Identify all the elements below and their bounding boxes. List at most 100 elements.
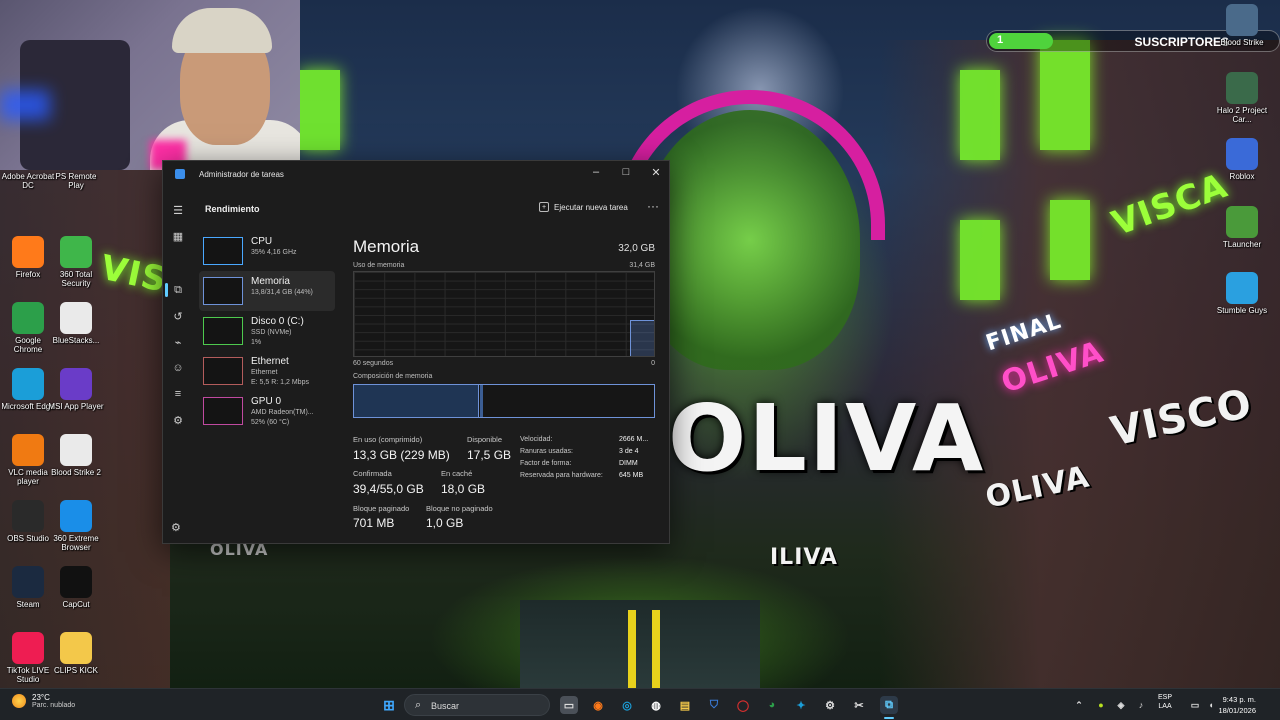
desktop-shortcut-label: BlueStacks...	[52, 336, 100, 345]
selected-indicator	[165, 283, 168, 297]
desktop-shortcut[interactable]: Halo 2 Project Car...	[1214, 72, 1270, 124]
committed-label: Confirmada	[353, 469, 392, 478]
paged-pool-label: Bloque paginado	[353, 504, 410, 513]
obs-taskbar-icon[interactable]: ◍	[647, 696, 665, 714]
desktop-shortcut-label: Blood Strike	[1220, 38, 1264, 47]
processes-icon[interactable]: ▦	[171, 229, 185, 243]
navigation-rail: ☰ ▦ ⧉ ↺ ⌁ ☺ ≡ ⚙	[163, 191, 193, 543]
performance-thumbnail	[203, 317, 243, 345]
taskbar-search[interactable]: ⌕ Buscar	[404, 694, 550, 716]
desktop-shortcut[interactable]: BlueStacks...	[48, 302, 104, 345]
wallpaper-road	[520, 600, 760, 688]
language-indicator[interactable]: ESP LAA	[1158, 693, 1172, 711]
performance-item-name: Disco 0 (C:)	[251, 316, 304, 327]
desktop-shortcut[interactable]: MSI App Player	[48, 368, 104, 411]
performance-item[interactable]: Disco 0 (C:) SSD (NVMe) 1%	[199, 311, 335, 351]
file-explorer-icon[interactable]: ▤	[676, 696, 694, 714]
performance-list: CPU 35% 4,16 GHz Memoria 13,8/31,4 GB (44%)…	[199, 231, 335, 431]
wallpaper-subtitle: ILIVA	[770, 545, 838, 570]
settings-gear-icon[interactable]: ⚙	[171, 521, 181, 534]
desktop-shortcut[interactable]: 360 Extreme Browser	[48, 500, 104, 552]
obs-icon	[12, 500, 44, 532]
desktop-shortcut-label: PS Remote Play	[55, 172, 97, 190]
performance-item-name: CPU	[251, 236, 273, 247]
desktop-shortcut-label: VLC media player	[8, 468, 48, 486]
road-line	[628, 610, 636, 688]
security-shield-icon[interactable]: ⛉	[705, 696, 723, 714]
capcut-taskbar-icon[interactable]: ✂	[850, 696, 868, 714]
language-bottom: LAA	[1158, 703, 1172, 710]
msi-app-player-icon	[60, 368, 92, 400]
task-manager-window: Administrador de tareas – □ ✕ ☰ ▦ ⧉ ↺ ⌁ …	[162, 160, 670, 544]
desktop-shortcut[interactable]: Blood Strike 2	[48, 434, 104, 477]
run-task-icon: +	[539, 202, 549, 212]
weather-sun-icon	[12, 694, 26, 708]
desktop-shortcut-label: Firefox	[15, 270, 41, 279]
tray-app-icon[interactable]: ●	[1092, 696, 1110, 714]
desktop-shortcut[interactable]: TLauncher	[1214, 206, 1270, 249]
hamburger-menu-icon[interactable]: ☰	[171, 203, 185, 217]
performance-item-detail: 35% 4,16 GHz	[251, 249, 297, 256]
desktop-shortcut-label: Steam	[16, 600, 40, 609]
graph-time-left: 60 segundos	[353, 360, 394, 367]
desktop-shortcut[interactable]: Blood Strike	[1214, 4, 1270, 47]
performance-item[interactable]: Ethernet Ethernet E: 5,5 R: 1,2 Mbps	[199, 351, 335, 391]
tray-network-icon[interactable]: ◈	[1112, 696, 1130, 714]
start-windows-icon[interactable]: ⊞	[380, 696, 398, 714]
opera-gx-icon[interactable]: ◯	[734, 696, 752, 714]
chrome-icon	[12, 302, 44, 334]
webcam-light	[0, 90, 50, 120]
active-app-indicator	[884, 717, 894, 719]
memory-usage-fill	[630, 320, 654, 356]
desktop-shortcut[interactable]: PS Remote Play	[48, 172, 104, 190]
minimize-button[interactable]: –	[581, 161, 611, 183]
performance-item-detail: AMD Radeon(TM)... 52% (60 °C)	[251, 409, 314, 426]
search-placeholder: Buscar	[431, 701, 460, 711]
services-icon[interactable]: ⚙	[171, 413, 185, 427]
maximize-button[interactable]: □	[611, 161, 641, 183]
desktop-shortcut[interactable]: Roblox	[1214, 138, 1270, 181]
task-view-icon[interactable]: ▭	[560, 696, 578, 714]
more-options-icon[interactable]: ···	[647, 199, 659, 213]
performance-item[interactable]: CPU 35% 4,16 GHz	[199, 231, 335, 271]
task-manager-taskbar-icon[interactable]: ⧉	[880, 696, 898, 714]
run-new-task-button[interactable]: + Ejecutar nueva tarea	[539, 202, 628, 212]
settings-taskbar-icon[interactable]: ⚙	[821, 696, 839, 714]
desktop-shortcut[interactable]: Stumble Guys	[1214, 272, 1270, 315]
startup-apps-icon[interactable]: ⌁	[171, 335, 185, 349]
in-use-value: 13,3 GB (229 MB)	[353, 448, 450, 462]
performance-item[interactable]: Memoria 13,8/31,4 GB (44%)	[199, 271, 335, 311]
desktop-shortcut[interactable]: CapCut	[48, 566, 104, 609]
wallpaper-title-oliva: OLIVA	[668, 385, 986, 492]
details-icon[interactable]: ≡	[171, 387, 185, 401]
bluestacks-icon	[60, 302, 92, 334]
tlauncher-icon	[1226, 206, 1258, 238]
title-bar[interactable]: Administrador de tareas – □ ✕	[163, 161, 669, 189]
desktop-shortcut-label: 360 Total Security	[59, 270, 93, 288]
chrome-taskbar-icon[interactable]: ◕	[763, 696, 781, 714]
clock[interactable]: 9:43 p. m. 18/01/2026	[1218, 694, 1256, 716]
app-history-icon[interactable]: ↺	[171, 309, 185, 323]
desktop-shortcut-label: Blood Strike 2	[51, 468, 101, 477]
wallpaper-window	[960, 70, 1000, 160]
performance-icon[interactable]: ⧉	[171, 283, 185, 297]
tray-volume-icon[interactable]: ◖	[1202, 696, 1220, 714]
firefox-taskbar-icon[interactable]: ◉	[589, 696, 607, 714]
speed-value: 2666 M...	[619, 436, 649, 443]
close-button[interactable]: ✕	[641, 161, 671, 183]
desktop-shortcut[interactable]: 360 Total Security	[48, 236, 104, 288]
copilot-icon[interactable]: ✦	[792, 696, 810, 714]
performance-item[interactable]: GPU 0 AMD Radeon(TM)... 52% (60 °C)	[199, 391, 335, 431]
edge-taskbar-icon[interactable]: ◎	[618, 696, 636, 714]
tray-microphone-icon[interactable]: ♪	[1132, 696, 1150, 714]
desktop-shortcut-label: TikTok LIVE Studio	[6, 666, 50, 684]
wallpaper-character	[640, 110, 860, 370]
edge-icon	[12, 368, 44, 400]
weather-widget[interactable]: 23°C Parc. nublado	[12, 693, 75, 709]
desktop-shortcut[interactable]: CLIPS KICK	[48, 632, 104, 675]
desktop-shortcut-label: CapCut	[62, 600, 90, 609]
memory-composition-bar	[353, 384, 655, 418]
tray-overflow-chevron-icon[interactable]: ⌃	[1070, 696, 1088, 714]
users-icon[interactable]: ☺	[171, 361, 185, 375]
360-browser-icon	[60, 500, 92, 532]
